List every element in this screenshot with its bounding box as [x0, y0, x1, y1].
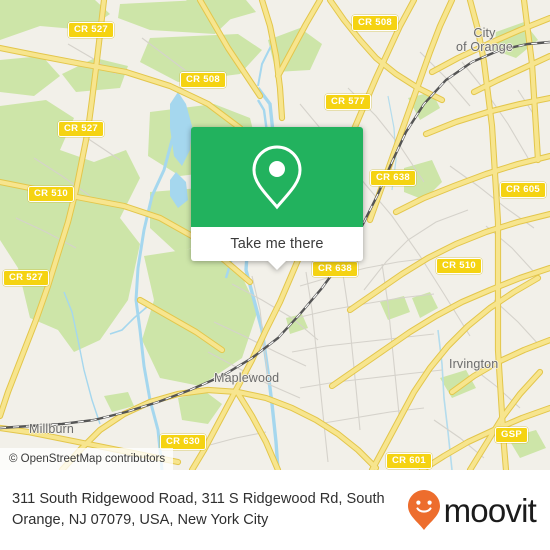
attribution-text[interactable]: © OpenStreetMap contributors	[9, 453, 165, 465]
popup-footer[interactable]: Take me there	[191, 227, 363, 270]
result-footer: 311 South Ridgewood Road, 311 S Ridgewoo…	[0, 470, 550, 550]
road-shield-cr-577[interactable]: CR 577	[325, 94, 372, 110]
moovit-pin-smiley-icon	[407, 490, 440, 530]
moovit-logo[interactable]: moovit	[407, 489, 537, 531]
map-canvas[interactable]: City of Orange Irvington Maplewood Millb…	[0, 0, 550, 470]
map-pin-icon	[252, 145, 302, 210]
road-shield-cr-605[interactable]: CR 605	[500, 182, 547, 198]
map-result-card: City of Orange Irvington Maplewood Millb…	[0, 0, 550, 550]
road-shield-cr-638[interactable]: CR 638	[312, 261, 359, 277]
take-me-there-label[interactable]: Take me there	[230, 236, 323, 252]
map-attribution[interactable]: © OpenStreetMap contributors	[0, 448, 174, 470]
road-shield-gsp[interactable]: GSP	[495, 427, 528, 443]
road-shield-cr-527[interactable]: CR 527	[58, 121, 105, 137]
road-shield-cr-508[interactable]: CR 508	[352, 15, 399, 31]
road-shield-cr-508[interactable]: CR 508	[180, 72, 227, 88]
moovit-wordmark: moovit	[443, 491, 537, 529]
road-shield-cr-601[interactable]: CR 601	[386, 453, 433, 469]
road-shield-cr-510[interactable]: CR 510	[28, 186, 75, 202]
map-marker-popup[interactable]: Take me there	[191, 127, 363, 270]
road-shield-cr-527[interactable]: CR 527	[68, 22, 115, 38]
road-shield-cr-638[interactable]: CR 638	[370, 170, 417, 186]
road-shield-cr-527[interactable]: CR 527	[3, 270, 50, 286]
address-text: 311 South Ridgewood Road, 311 S Ridgewoo…	[12, 491, 385, 528]
popup-header	[191, 127, 363, 227]
popup-tail-pointer	[268, 261, 286, 270]
road-shield-cr-510[interactable]: CR 510	[436, 258, 483, 274]
